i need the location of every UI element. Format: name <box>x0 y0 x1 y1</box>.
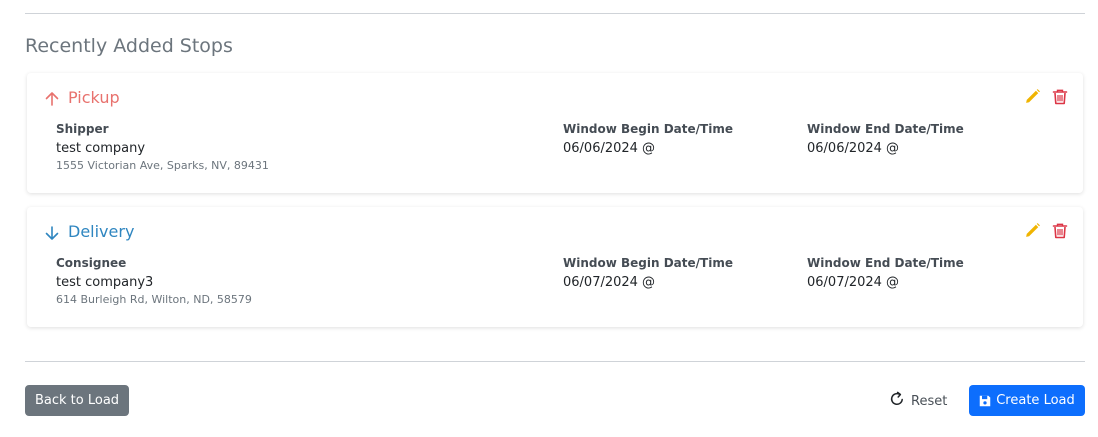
stop-card-delivery: Delivery Consignee test company3 614 Bur… <box>27 207 1083 327</box>
window-end-value: 06/07/2024 @ <box>807 275 900 290</box>
party-address: 1555 Victorian Ave, Sparks, NV, 89431 <box>56 159 269 172</box>
window-begin-value: 06/07/2024 @ <box>563 275 656 290</box>
window-begin-label: Window Begin Date/Time <box>563 122 733 136</box>
party-address: 614 Burleigh Rd, Wilton, ND, 58579 <box>56 293 252 306</box>
edit-pencil-icon[interactable] <box>1023 221 1041 239</box>
stops-panel: Recently Added Stops Pickup Shipper test… <box>0 0 1098 437</box>
window-begin-value: 06/06/2024 @ <box>563 141 656 156</box>
stop-type-label: Delivery <box>68 221 135 241</box>
delete-trash-icon[interactable] <box>1051 87 1069 105</box>
window-end-column: Window End Date/Time 06/06/2024 @ <box>807 122 964 156</box>
stop-actions <box>1023 221 1069 239</box>
stop-type-row: Pickup <box>43 85 120 109</box>
party-name: test company3 <box>56 275 154 290</box>
party-label: Consignee <box>56 256 127 270</box>
bottom-divider <box>25 361 1085 362</box>
party-name: test company <box>56 141 146 156</box>
create-load-label: Create Load <box>996 393 1075 408</box>
reset-label: Reset <box>911 393 948 409</box>
party-label: Shipper <box>56 122 109 136</box>
window-end-column: Window End Date/Time 06/07/2024 @ <box>807 256 964 290</box>
window-begin-label: Window Begin Date/Time <box>563 256 733 270</box>
refresh-icon <box>889 391 905 407</box>
window-end-value: 06/06/2024 @ <box>807 141 900 156</box>
create-load-button[interactable]: Create Load <box>969 385 1085 416</box>
top-divider <box>25 13 1085 14</box>
stop-card-pickup: Pickup Shipper test company 1555 Victori… <box>27 73 1083 193</box>
window-end-label: Window End Date/Time <box>807 122 964 136</box>
party-column: Consignee test company3 614 Burleigh Rd,… <box>56 256 252 306</box>
party-column: Shipper test company 1555 Victorian Ave,… <box>56 122 269 172</box>
section-title: Recently Added Stops <box>25 35 233 57</box>
arrow-up-icon <box>43 89 61 109</box>
reset-button[interactable]: Reset <box>889 388 947 414</box>
edit-pencil-icon[interactable] <box>1023 87 1041 105</box>
back-to-load-button[interactable]: Back to Load <box>25 385 129 416</box>
arrow-down-icon <box>43 223 61 243</box>
stop-type-label: Pickup <box>68 87 120 107</box>
stop-type-row: Delivery <box>43 219 134 243</box>
stop-actions <box>1023 87 1069 105</box>
delete-trash-icon[interactable] <box>1051 221 1069 239</box>
window-begin-column: Window Begin Date/Time 06/06/2024 @ <box>563 122 733 156</box>
save-icon <box>979 395 991 407</box>
window-begin-column: Window Begin Date/Time 06/07/2024 @ <box>563 256 733 290</box>
window-end-label: Window End Date/Time <box>807 256 964 270</box>
